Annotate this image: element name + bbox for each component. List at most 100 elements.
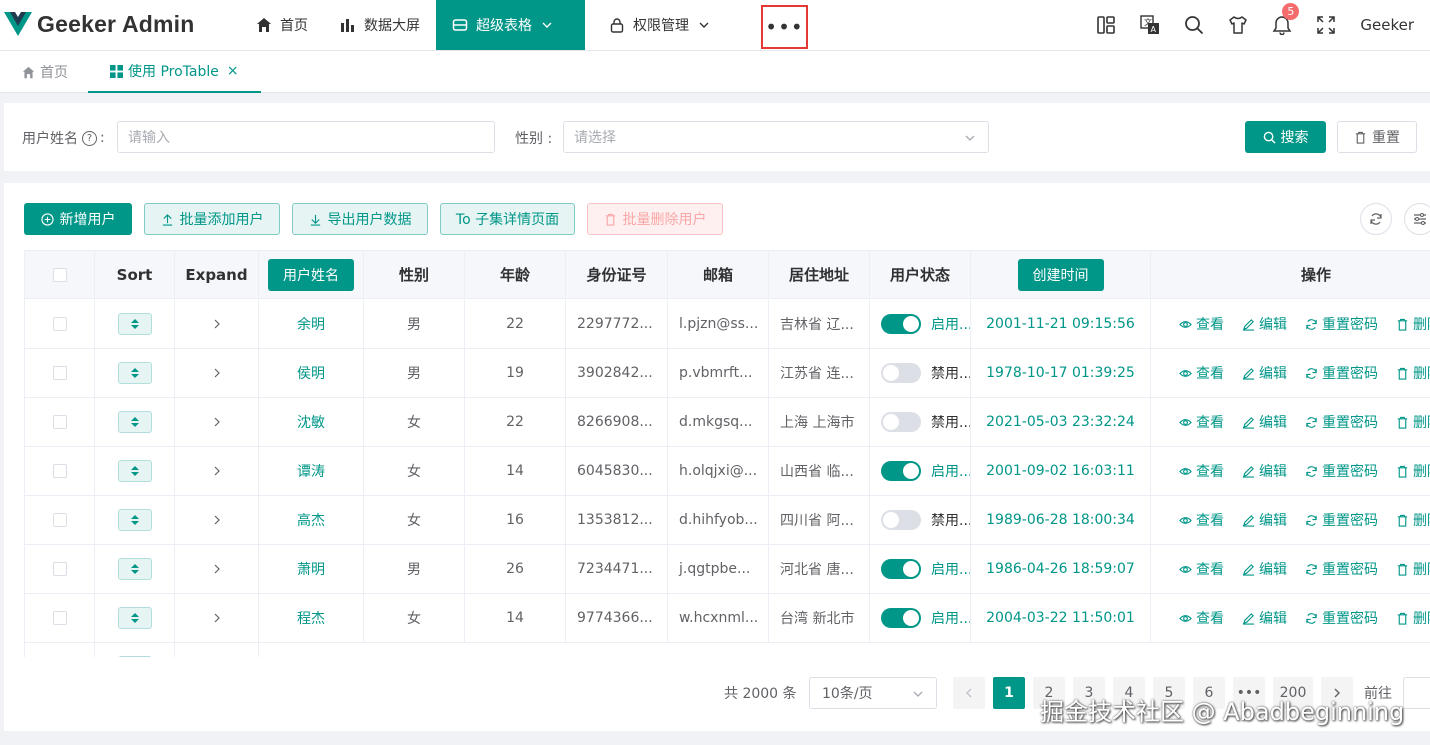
nav-more-button[interactable]: ••• — [761, 5, 808, 49]
header-name[interactable]: 用户姓名 — [268, 258, 354, 291]
header-gender[interactable]: 性别 — [364, 251, 465, 298]
edit-button[interactable]: 编辑 — [1242, 363, 1287, 383]
jump-input[interactable] — [1403, 677, 1430, 709]
row-checkbox[interactable] — [52, 562, 67, 576]
edit-button[interactable]: 编辑 — [1242, 559, 1287, 579]
batch-delete-button[interactable]: 批量删除用户 — [587, 203, 723, 235]
edit-button[interactable]: 编辑 — [1242, 510, 1287, 530]
fullscreen-button[interactable] — [1304, 0, 1348, 50]
chevron-right-icon[interactable] — [212, 466, 222, 476]
status-switch[interactable] — [881, 412, 921, 432]
edit-button[interactable]: 编辑 — [1242, 412, 1287, 432]
reset-password-button[interactable]: 重置密码 — [1305, 363, 1378, 383]
status-switch[interactable] — [881, 559, 921, 579]
header-address[interactable]: 居住地址 — [769, 251, 870, 298]
app-logo[interactable]: Geeker Admin — [4, 10, 195, 38]
search-button[interactable]: 搜索 — [1245, 121, 1326, 153]
reset-password-button[interactable]: 重置密码 — [1305, 559, 1378, 579]
view-button[interactable]: 查看 — [1179, 559, 1224, 579]
header-status[interactable]: 用户状态 — [870, 251, 971, 298]
row-checkbox[interactable] — [52, 317, 67, 331]
to-detail-button[interactable]: To 子集详情页面 — [440, 203, 575, 235]
delete-button[interactable]: 删除 — [1396, 363, 1430, 383]
drag-sort-handle[interactable] — [117, 607, 152, 629]
notification-button[interactable]: 5 — [1260, 0, 1304, 50]
nav-item-permission[interactable]: 权限管理 — [585, 0, 725, 50]
edit-button[interactable]: 编辑 — [1242, 314, 1287, 334]
nav-item-super-table[interactable]: 超级表格 — [436, 0, 585, 50]
row-checkbox[interactable] — [52, 464, 67, 478]
delete-button[interactable]: 删除 — [1396, 461, 1430, 481]
header-age[interactable]: 年龄 — [465, 251, 566, 298]
row-checkbox[interactable] — [52, 611, 67, 625]
reset-button[interactable]: 重置 — [1337, 121, 1417, 153]
column-settings-button[interactable] — [1404, 203, 1430, 235]
view-button[interactable]: 查看 — [1179, 510, 1224, 530]
nav-item-dashboard[interactable]: 数据大屏 — [324, 0, 436, 50]
status-switch[interactable] — [881, 510, 921, 530]
chevron-right-icon[interactable] — [212, 613, 222, 623]
user-menu[interactable]: Geeker — [1360, 16, 1414, 34]
reset-password-button[interactable]: 重置密码 — [1305, 608, 1378, 628]
delete-button[interactable]: 删除 — [1396, 314, 1430, 334]
prev-page-button[interactable] — [953, 677, 985, 709]
drag-sort-handle[interactable] — [117, 558, 152, 580]
view-button[interactable]: 查看 — [1179, 461, 1224, 481]
gender-select[interactable]: 请选择 — [563, 121, 989, 153]
question-icon[interactable]: ? — [82, 130, 97, 146]
header-expand[interactable]: Expand — [175, 251, 259, 298]
delete-button[interactable]: 删除 — [1396, 559, 1430, 579]
drag-sort-handle[interactable] — [117, 656, 152, 657]
select-all-checkbox[interactable] — [52, 267, 67, 282]
drag-sort-handle[interactable] — [117, 362, 152, 384]
reset-password-button[interactable]: 重置密码 — [1305, 412, 1378, 432]
view-button[interactable]: 查看 — [1179, 608, 1224, 628]
header-idcard[interactable]: 身份证号 — [566, 251, 668, 298]
delete-button[interactable]: 删除 — [1396, 608, 1430, 628]
close-icon[interactable]: × — [227, 63, 239, 79]
add-user-button[interactable]: 新增用户 — [24, 203, 132, 235]
drag-sort-handle[interactable] — [117, 460, 152, 482]
reset-password-button[interactable]: 重置密码 — [1305, 510, 1378, 530]
row-checkbox[interactable] — [52, 415, 67, 429]
chevron-right-icon[interactable] — [212, 417, 222, 427]
delete-button[interactable]: 删除 — [1396, 510, 1430, 530]
tab-home[interactable]: 首页 — [22, 51, 68, 93]
view-button[interactable]: 查看 — [1179, 314, 1224, 334]
batch-add-button[interactable]: 批量添加用户 — [144, 203, 280, 235]
chevron-right-icon[interactable] — [212, 564, 222, 574]
name-input[interactable]: 请输入 — [117, 121, 495, 153]
status-switch[interactable] — [881, 314, 921, 334]
nav-item-home[interactable]: 首页 — [240, 0, 324, 50]
edit-button[interactable]: 编辑 — [1242, 608, 1287, 628]
delete-button[interactable]: 删除 — [1396, 412, 1430, 432]
header-created[interactable]: 创建时间 — [1017, 258, 1104, 291]
search-button[interactable] — [1172, 0, 1216, 50]
status-switch[interactable] — [881, 363, 921, 383]
drag-sort-handle[interactable] — [117, 313, 152, 335]
page-size-select[interactable]: 10条/页 — [809, 677, 937, 709]
status-switch[interactable] — [881, 461, 921, 481]
view-button[interactable]: 查看 — [1179, 412, 1224, 432]
edit-button[interactable]: 编辑 — [1242, 461, 1287, 481]
header-email[interactable]: 邮箱 — [668, 251, 769, 298]
language-button[interactable]: 文A — [1128, 0, 1172, 50]
view-button[interactable]: 查看 — [1179, 363, 1224, 383]
tab-protable[interactable]: 使用 ProTable × — [88, 51, 261, 93]
refresh-button[interactable] — [1360, 203, 1392, 235]
theme-button[interactable] — [1216, 0, 1260, 50]
reset-password-button[interactable]: 重置密码 — [1305, 461, 1378, 481]
reset-password-button[interactable]: 重置密码 — [1305, 314, 1378, 334]
header-sort[interactable]: Sort — [95, 251, 175, 298]
chevron-right-icon[interactable] — [212, 368, 222, 378]
drag-sort-handle[interactable] — [117, 411, 152, 433]
layout-button[interactable] — [1084, 0, 1128, 50]
row-checkbox[interactable] — [52, 513, 67, 527]
row-checkbox[interactable] — [52, 366, 67, 380]
chevron-right-icon[interactable] — [212, 319, 222, 329]
drag-sort-handle[interactable] — [117, 509, 152, 531]
page-1[interactable]: 1 — [993, 677, 1025, 709]
chevron-right-icon[interactable] — [212, 515, 222, 525]
status-switch[interactable] — [881, 608, 921, 628]
export-button[interactable]: 导出用户数据 — [292, 203, 428, 235]
